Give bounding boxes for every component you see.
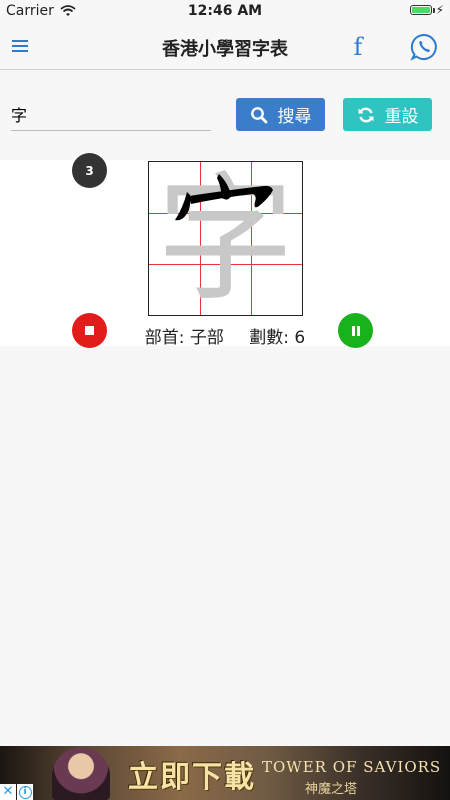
ad-character-image (52, 748, 110, 800)
search-input[interactable] (11, 98, 211, 131)
whatsapp-icon[interactable] (410, 33, 438, 61)
reset-button-label: 重設 (384, 107, 419, 127)
ad-banner[interactable]: 立即下載 TOWER OF SAVIORS 神魔之塔 (0, 746, 450, 800)
reset-button[interactable]: 重設 (343, 98, 432, 131)
nav-bar: 香港小學習字表 f (0, 24, 450, 70)
ad-brand-sub: 神魔之塔 (305, 782, 358, 797)
battery-fill (412, 7, 430, 13)
ad-brand: TOWER OF SAVIORS (262, 758, 442, 776)
character-writing-grid: 字 (148, 161, 303, 316)
refresh-icon (358, 107, 373, 122)
ad-info-icon[interactable]: i (17, 784, 33, 800)
radical-label: 部首: 子部 (144, 328, 224, 348)
pause-button[interactable] (338, 313, 373, 348)
pause-icon (351, 325, 355, 336)
facebook-icon[interactable]: f (348, 34, 368, 60)
search-button-label: 搜尋 (277, 107, 312, 127)
battery-icon (410, 5, 435, 15)
written-strokes (175, 174, 273, 221)
search-icon (250, 106, 267, 123)
charging-bolt-icon: ⚡ (435, 3, 444, 17)
ad-headline: 立即下載 (128, 760, 256, 795)
pause-icon-bar (356, 325, 360, 336)
character-info: 部首: 子部 劃數: 6 (0, 323, 450, 348)
ad-info-glyph: i (18, 785, 32, 799)
status-bar: Carrier 12:46 AM ⚡ (0, 0, 450, 24)
app-title: 香港小學習字表 (162, 39, 288, 60)
ad-close-icon[interactable]: ✕ (0, 784, 16, 800)
search-button[interactable]: 搜尋 (236, 98, 325, 131)
status-time: 12:46 AM (187, 3, 263, 19)
current-stroke-badge: 3 (72, 153, 107, 188)
stroke-count-label: 劃數: 6 (249, 328, 306, 348)
